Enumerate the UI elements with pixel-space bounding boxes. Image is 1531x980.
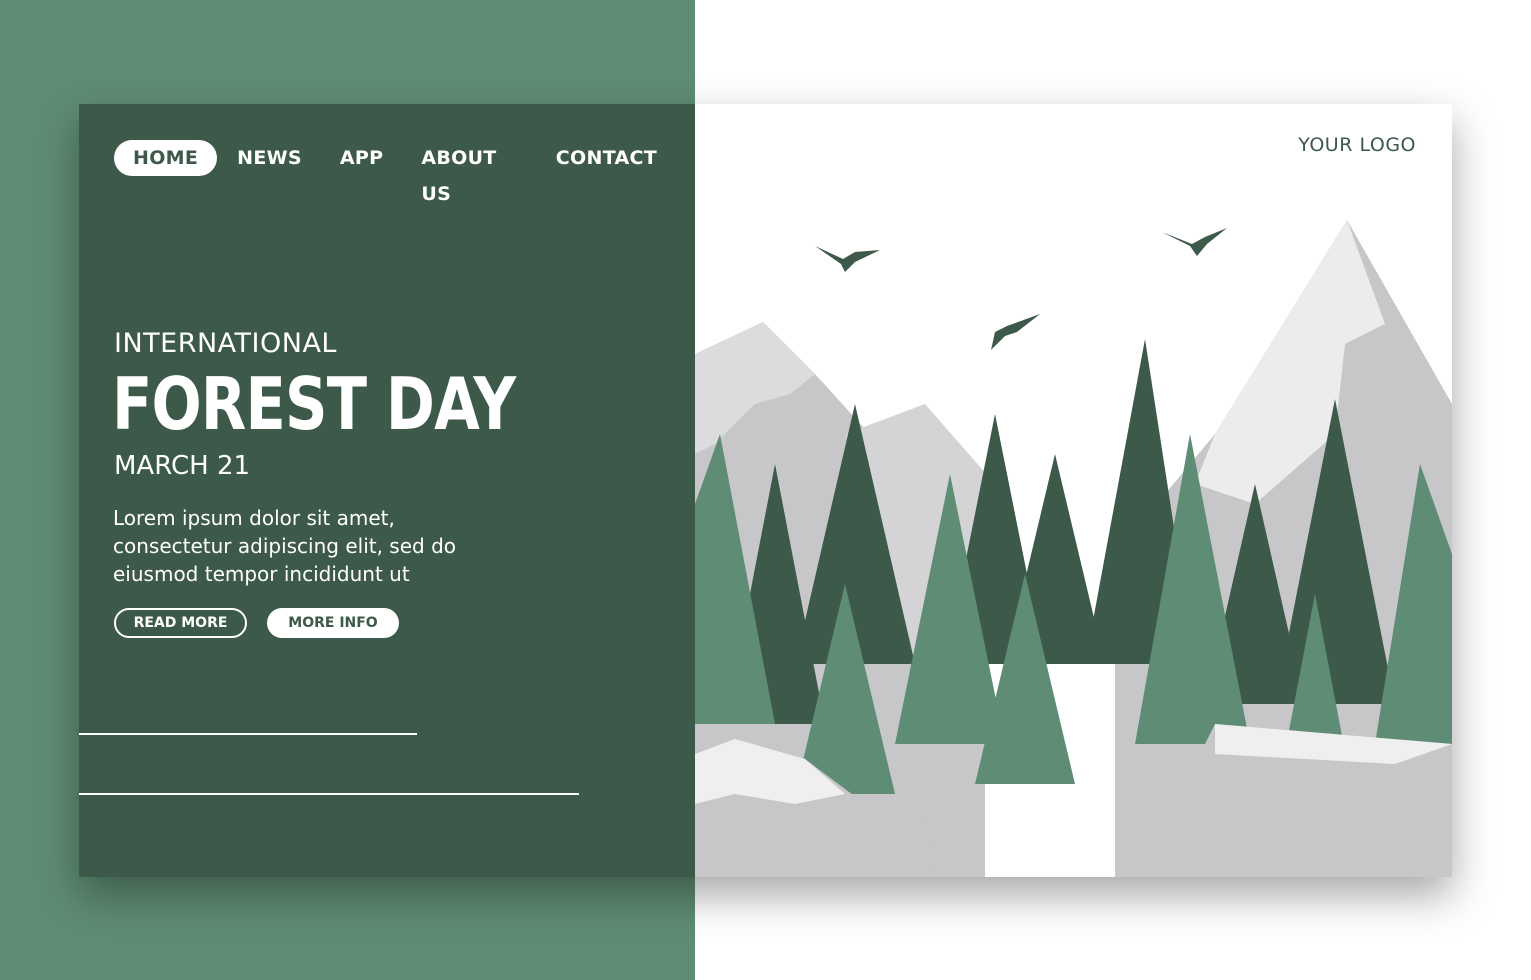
hero-panel: HOME NEWS APP ABOUT US CONTACT INTERNATI… — [79, 104, 695, 877]
decorative-line-short — [79, 733, 417, 735]
landing-card: HOME NEWS APP ABOUT US CONTACT INTERNATI… — [79, 104, 1452, 877]
read-more-button[interactable]: READ MORE — [114, 608, 247, 638]
bird-icon — [991, 314, 1040, 350]
nav-item-about-us[interactable]: ABOUT US — [421, 140, 517, 205]
birds — [815, 228, 1227, 350]
hero-date: MARCH 21 — [114, 451, 251, 481]
bird-icon — [1162, 228, 1227, 256]
decorative-line-long — [79, 793, 579, 795]
hero-kicker: INTERNATIONAL — [114, 328, 337, 359]
hero-title: FOREST DAY — [112, 362, 516, 446]
hero-illustration-panel: YOUR LOGO — [695, 104, 1452, 877]
brand-logo[interactable]: YOUR LOGO — [1298, 134, 1416, 156]
nav-item-contact[interactable]: CONTACT — [556, 140, 657, 176]
hero-description: Lorem ipsum dolor sit amet, consectetur … — [113, 506, 457, 586]
bird-icon — [815, 246, 880, 272]
forest-illustration — [695, 220, 1452, 877]
more-info-button[interactable]: MORE INFO — [267, 608, 399, 638]
nav-item-news[interactable]: NEWS — [237, 140, 302, 176]
main-nav: HOME NEWS APP ABOUT US CONTACT — [114, 140, 695, 205]
nav-item-home[interactable]: HOME — [114, 140, 218, 176]
nav-item-app[interactable]: APP — [340, 140, 383, 176]
